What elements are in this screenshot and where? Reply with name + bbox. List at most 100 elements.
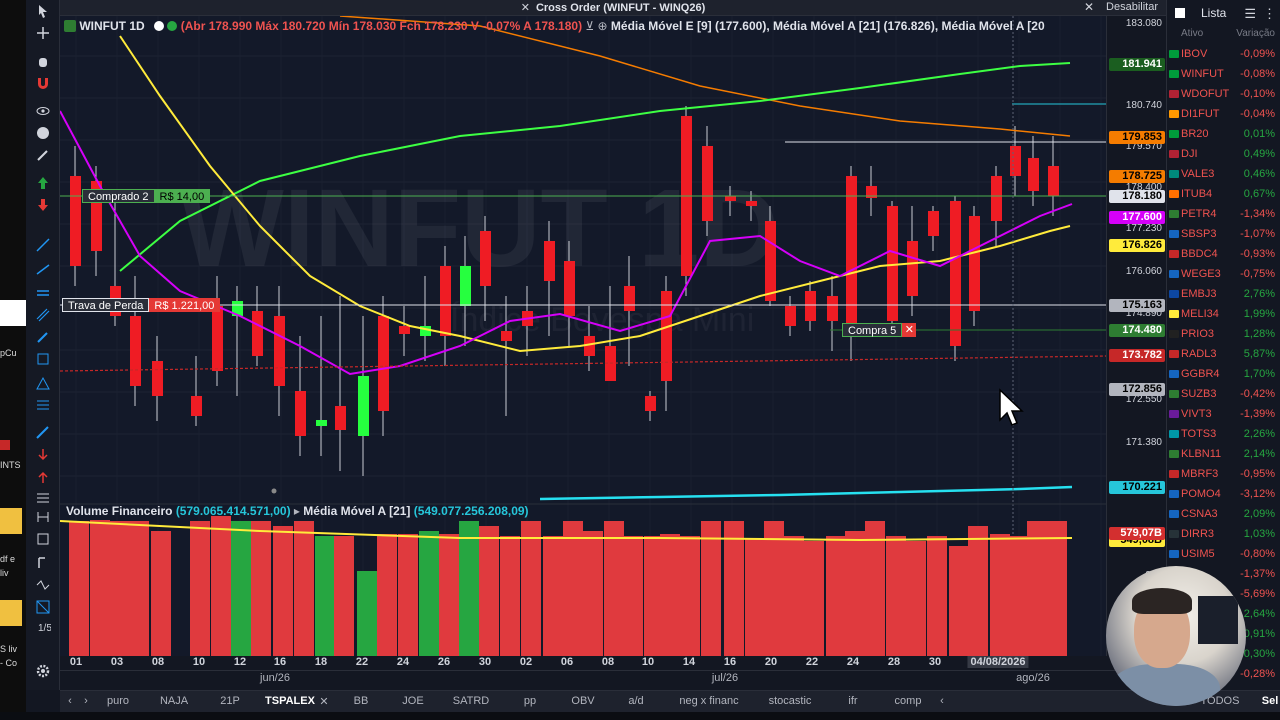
tab-joe[interactable]: JOE — [402, 695, 423, 707]
channel-tool-icon[interactable] — [30, 306, 56, 324]
watchlist-row[interactable]: WEGE3 -0,75% — [1167, 264, 1280, 284]
tab-scroll-right-icon[interactable]: › — [84, 695, 88, 707]
more-icon[interactable]: ⋮ — [1263, 6, 1276, 22]
cancel-order-icon[interactable]: ✕ — [902, 323, 917, 337]
watchlist-row[interactable]: BR20 0,01% — [1167, 124, 1280, 144]
candle-body — [399, 326, 410, 334]
tab-neg-x-financ[interactable]: neg x financ — [679, 695, 738, 707]
watchlist-row[interactable]: SBSP3 -1,07% — [1167, 224, 1280, 244]
measure-tool-icon[interactable] — [30, 424, 56, 442]
capcut-icon[interactable] — [0, 300, 26, 326]
watchlist-row[interactable]: SUZB3 -0,42% — [1167, 384, 1280, 404]
watchlist-row[interactable]: ITUB4 0,67% — [1167, 184, 1280, 204]
pattern-tool-icon[interactable] — [30, 576, 56, 594]
watchlist-row[interactable]: VIVT3 -1,39% — [1167, 404, 1280, 424]
fibonacci-tool-icon[interactable] — [30, 396, 56, 414]
tab-comp[interactable]: comp — [895, 695, 922, 707]
watchlist-title[interactable]: Lista — [1201, 6, 1226, 20]
price-chart[interactable]: WINFUT 1D Índice Bovespa Mini — [60, 16, 1106, 656]
cursor-tool-icon[interactable] — [30, 2, 56, 20]
triangle-tool-icon[interactable] — [30, 374, 56, 392]
arrow-up-tool-icon[interactable] — [30, 174, 56, 192]
close-icon[interactable]: ✕ — [1084, 0, 1094, 14]
watchlist-row[interactable]: MBRF3 -0,95% — [1167, 464, 1280, 484]
folder-icon[interactable] — [0, 508, 22, 534]
watchlist-row[interactable]: USIM5 -0,80% — [1167, 544, 1280, 564]
price-axis[interactable]: 183.080 180.740 179.570 178.400 177.230 176.0… — [1106, 16, 1166, 656]
brush-tool-icon[interactable] — [30, 146, 56, 164]
hlines-tool-icon[interactable] — [30, 488, 56, 506]
tab-bb[interactable]: BB — [354, 695, 369, 707]
crosshair-tool-icon[interactable] — [30, 24, 56, 42]
asset-flag-icon — [1169, 490, 1179, 498]
time-axis[interactable]: 01 03 08 10 12 16 18 22 24 26 30 02 06 08 10 14 16 20 22 24… — [60, 656, 1106, 670]
watchlist-row[interactable]: WDOFUT -0,10% — [1167, 84, 1280, 104]
long-position-tool-icon[interactable] — [30, 446, 56, 464]
horizontal-line-tool-icon[interactable] — [30, 284, 56, 302]
disable-button[interactable]: Desabilitar — [1106, 1, 1158, 13]
tab-a-d[interactable]: a/d — [628, 695, 643, 707]
rectangle-tool-icon[interactable] — [30, 350, 56, 368]
volume-legend-collapse-icon[interactable]: ▸ — [294, 504, 300, 518]
watchlist-row[interactable]: DIRR3 1,03% — [1167, 524, 1280, 544]
watchlist-row[interactable]: DI1FUT -0,04% — [1167, 104, 1280, 124]
tab-close-icon[interactable]: ✕ — [319, 695, 328, 708]
watchlist-row[interactable]: DJI 0,49% — [1167, 144, 1280, 164]
range-tool-icon[interactable] — [30, 508, 56, 526]
magnet-tool-icon[interactable] — [30, 74, 56, 92]
pencil-tool-icon[interactable] — [30, 328, 56, 346]
watchlist-row[interactable]: VALE3 0,46% — [1167, 164, 1280, 184]
tab-satrd[interactable]: SATRD — [453, 695, 489, 707]
buy-order-box[interactable]: Compra 5 ✕ — [842, 323, 917, 337]
tab-obv[interactable]: OBV — [571, 695, 594, 707]
chart-canvas[interactable]: WINFUT 1D Índice Bovespa Mini — [60, 16, 1106, 656]
watchlist-row[interactable]: CSNA3 2,09% — [1167, 504, 1280, 524]
watchlist-row[interactable]: GGBR4 1,70% — [1167, 364, 1280, 384]
pdf-icon[interactable] — [0, 440, 10, 450]
menu-icon[interactable]: ☰ — [1244, 6, 1256, 22]
short-position-tool-icon[interactable] — [30, 468, 56, 486]
watchlist-row[interactable]: IBOV -0,09% — [1167, 44, 1280, 64]
watchlist-row[interactable]: WINFUT -0,08% — [1167, 64, 1280, 84]
watchlist-row[interactable]: PETR4 -1,34% — [1167, 204, 1280, 224]
watchlist-row[interactable]: POMO4 -3,12% — [1167, 484, 1280, 504]
tab-sel[interactable]: Sel — [1262, 695, 1279, 707]
watchlist-row[interactable]: KLBN11 2,14% — [1167, 444, 1280, 464]
watchlist-row[interactable]: TOTS3 2,26% — [1167, 424, 1280, 444]
arrow-down-tool-icon[interactable] — [30, 196, 56, 214]
watchlist-row[interactable]: PRIO3 1,28% — [1167, 324, 1280, 344]
watchlist-row[interactable]: RADL3 5,87% — [1167, 344, 1280, 364]
tab-ifr[interactable]: ifr — [848, 695, 857, 707]
ruler-tool-icon[interactable] — [30, 554, 56, 572]
volume-bar — [315, 536, 335, 656]
hand-tool-icon[interactable] — [30, 52, 56, 70]
tab-naja[interactable]: NAJA — [160, 695, 188, 707]
tab-scroll-left-icon[interactable]: ‹ — [68, 695, 72, 707]
watchlist-row[interactable]: MELI34 1,99% — [1167, 304, 1280, 324]
box-tool-icon[interactable] — [30, 530, 56, 548]
fraction-tool-icon[interactable]: 1/5 — [30, 618, 56, 636]
tab-stocastic[interactable]: stocastic — [769, 695, 812, 707]
tab-pp[interactable]: pp — [524, 695, 536, 707]
folder-icon-2[interactable] — [0, 600, 22, 626]
month-axis: jun/26 jul/26 ago/26 — [60, 670, 1166, 686]
col-asset[interactable]: Ativo — [1181, 28, 1203, 39]
stop-loss-box[interactable]: Trava de Perda R$ 1.221,00 — [62, 298, 221, 312]
watchlist-row[interactable]: EMBJ3 2,76% — [1167, 284, 1280, 304]
ray-tool-icon[interactable] — [30, 260, 56, 278]
eye-tool-icon[interactable] — [30, 102, 56, 120]
col-variation[interactable]: Variação — [1236, 28, 1275, 39]
tab-nav-left-icon[interactable]: ‹ — [940, 695, 944, 707]
legend-collapse-icon[interactable]: ⊻ ⊕ — [585, 19, 607, 33]
trendline-tool-icon[interactable] — [30, 236, 56, 254]
settings-gear-icon[interactable] — [30, 662, 56, 680]
hide-legend-icon[interactable] — [154, 21, 165, 31]
tab-tspalex[interactable]: TSPALEX — [265, 695, 315, 707]
candle-body — [1048, 166, 1059, 196]
tab-21p[interactable]: 21P — [220, 695, 240, 707]
position-box[interactable]: Comprado 2 R$ 14,00 — [82, 189, 211, 203]
tab-puro[interactable]: puro — [107, 695, 129, 707]
watchlist-row[interactable]: BBDC4 -0,93% — [1167, 244, 1280, 264]
color-tool-icon[interactable] — [30, 124, 56, 142]
network-tool-icon[interactable] — [30, 598, 56, 616]
